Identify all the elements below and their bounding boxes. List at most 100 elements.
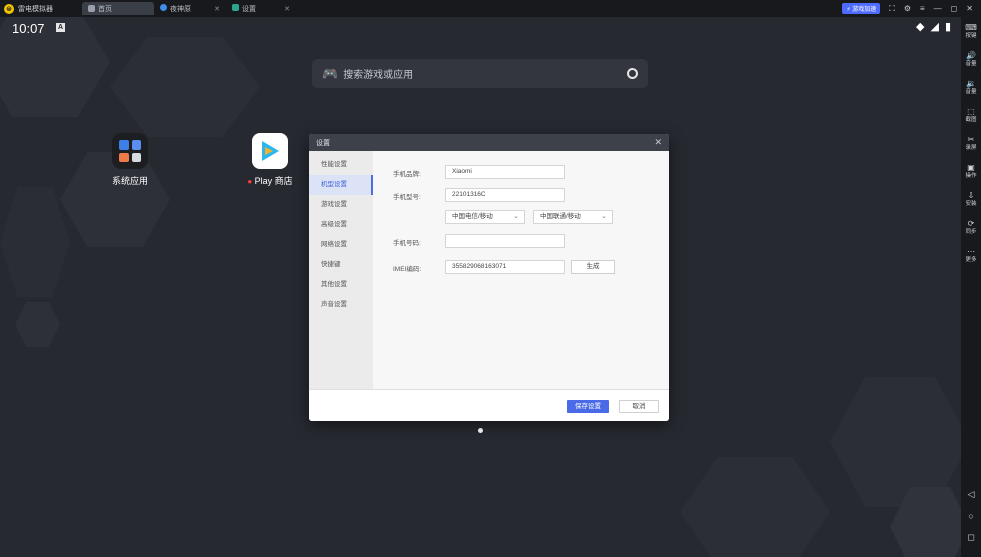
window-close-icon[interactable]: ✕ (966, 4, 973, 13)
toolbar-keyboard[interactable]: ⌨ 按键 (961, 23, 981, 40)
imei-label: IMEI编码: (393, 266, 422, 273)
sidebar-item-sound[interactable]: 声音设置 (309, 295, 373, 315)
network-value: 中国联通/移动 (540, 213, 581, 220)
settings-main: 手机品牌: Xiaomi 手机型号: 22101316C 中国电信/移动 ⌄ 中… (373, 151, 669, 389)
settings-dialog: 设置 ✕ 性能设置 机型设置 游戏设置 高级设置 网络设置 快捷键 其他设置 声… (309, 134, 669, 421)
title-bar: ⊜ 雷电模拟器 首页 夜神原 ✕ 设置 ✕ ⚡ 游戏加速 ⛶ ⚙ ≡ — ◻ ✕ (0, 0, 981, 17)
maximize-icon[interactable]: ◻ (951, 4, 958, 13)
toolbar-label: 安装 (965, 201, 977, 207)
sidebar-item-other[interactable]: 其他设置 (309, 275, 373, 295)
generate-imei-button[interactable]: 生成 (571, 260, 615, 274)
install-icon: ⇩ (967, 191, 975, 200)
close-icon[interactable]: ✕ (284, 5, 290, 13)
right-toolbar: ⌨ 按键 🔊 音量 🔉 音量 ⬚ 截图 ✂ 录屏 ▣ 操作 ⇩ 安装 ⟳ 同步 … (961, 17, 981, 557)
toolbar-record[interactable]: ✂ 录屏 (961, 135, 981, 152)
background-hexagon (680, 457, 830, 557)
tab-settings[interactable]: 设置 ✕ (226, 2, 296, 15)
toolbar-label: 更多 (965, 257, 977, 263)
app-icon (160, 3, 167, 11)
brand-label: 手机品牌: (393, 171, 421, 178)
sidebar-item-shortcuts[interactable]: 快捷键 (309, 255, 373, 275)
sidebar-item-advanced[interactable]: 高级设置 (309, 215, 373, 235)
background-hexagon (110, 37, 260, 137)
toolbar-more[interactable]: ⋯ 更多 (961, 247, 981, 264)
toolbar-operate[interactable]: ▣ 操作 (961, 163, 981, 180)
scissors-icon: ✂ (967, 135, 975, 144)
update-dot: ● (247, 177, 253, 186)
battery-icon: ▮ (944, 21, 951, 33)
home-icon (88, 5, 95, 12)
volume-up-icon: 🔊 (966, 51, 976, 60)
model-field[interactable]: 22101316C (445, 188, 565, 202)
home-nav-icon[interactable]: ○ (961, 511, 981, 521)
phone-field[interactable] (445, 234, 565, 248)
tab-app[interactable]: 夜神原 ✕ (154, 2, 226, 15)
toolbar-install[interactable]: ⇩ 安装 (961, 191, 981, 208)
sidebar-item-performance[interactable]: 性能设置 (309, 155, 373, 175)
search-bar[interactable]: 🎮 搜索游戏或应用 (312, 59, 648, 88)
brand-field[interactable]: Xiaomi (445, 165, 565, 179)
app-label: 系统应用 (111, 176, 148, 186)
toolbar-label: 录屏 (965, 145, 977, 151)
search-placeholder: 搜索游戏或应用 (343, 70, 414, 81)
status-icons: ◆ ◢ ▮ (916, 20, 951, 33)
minimize-icon[interactable]: — (934, 4, 942, 13)
screenshot-icon: ⬚ (967, 107, 975, 116)
toolbar-screenshot[interactable]: ⬚ 截图 (961, 107, 981, 124)
app-name: 雷电模拟器 (18, 5, 53, 13)
keyboard-icon: ⌨ (965, 23, 977, 32)
back-icon[interactable]: ◁ (961, 489, 981, 500)
toolbar-label: 截图 (965, 117, 977, 123)
tab-label: 设置 (242, 5, 256, 13)
sidebar-item-game[interactable]: 游戏设置 (309, 195, 373, 215)
folder-icon (112, 133, 148, 169)
dialog-titlebar: 设置 ✕ (309, 134, 669, 151)
dialog-title: 设置 (316, 139, 330, 147)
dialog-footer: 保存设置 取消 (309, 389, 669, 421)
recent-apps-icon[interactable]: ◻ (961, 532, 981, 543)
tab-label: 首页 (98, 5, 112, 13)
tab-home[interactable]: 首页 (82, 2, 154, 15)
background-hexagon (0, 187, 70, 297)
status-time: 10:07 (12, 21, 45, 36)
settings-sidebar: 性能设置 机型设置 游戏设置 高级设置 网络设置 快捷键 其他设置 声音设置 (309, 151, 373, 389)
gamepad-icon: 🎮 (322, 65, 339, 81)
notification-icon: A (56, 23, 65, 32)
menu-icon[interactable]: ≡ (920, 4, 925, 13)
network-select[interactable]: 中国联通/移动 ⌄ (533, 210, 613, 224)
toolbar-volume-up[interactable]: 🔊 音量 (961, 51, 981, 68)
toolbar-label: 操作 (965, 173, 977, 179)
model-label: 手机型号: (393, 194, 421, 201)
sidebar-item-network[interactable]: 网络设置 (309, 235, 373, 255)
chevron-down-icon: ⌄ (513, 213, 519, 220)
toolbar-volume-down[interactable]: 🔉 音量 (961, 79, 981, 96)
page-indicator (478, 428, 483, 433)
save-button[interactable]: 保存设置 (567, 400, 609, 413)
fullscreen-icon[interactable]: ⛶ (889, 4, 895, 14)
settings-tab-icon (232, 3, 239, 11)
volume-down-icon: 🔉 (966, 79, 976, 88)
app-play-store[interactable]: ● Play 商店 (240, 133, 300, 187)
more-icon: ⋯ (967, 247, 975, 256)
toolbar-sync[interactable]: ⟳ 同步 (961, 219, 981, 236)
operator-select[interactable]: 中国电信/移动 ⌄ (445, 210, 525, 224)
tab-label: 夜神原 (170, 5, 191, 13)
close-icon[interactable]: ✕ (214, 5, 220, 13)
app-system-apps[interactable]: 系统应用 (100, 133, 160, 187)
operator-value: 中国电信/移动 (452, 213, 493, 220)
background-hexagon (15, 302, 60, 347)
toolbar-label: 音量 (965, 89, 977, 95)
app-label: Play 商店 (254, 176, 293, 186)
cancel-button[interactable]: 取消 (619, 400, 659, 413)
search-icon[interactable] (627, 68, 638, 79)
signal-icon: ◢ (930, 21, 939, 33)
app-logo-icon: ⊜ (4, 3, 14, 14)
play-store-icon (252, 133, 288, 169)
sidebar-item-model[interactable]: 机型设置 (309, 175, 373, 195)
game-speed-button[interactable]: ⚡ 游戏加速 (842, 3, 881, 14)
window-controls: ⚡ 游戏加速 ⛶ ⚙ ≡ — ◻ ✕ (842, 0, 973, 17)
close-icon[interactable]: ✕ (654, 137, 662, 148)
settings-icon[interactable]: ⚙ (904, 4, 911, 13)
toolbar-label: 按键 (965, 33, 977, 39)
imei-field[interactable]: 355829068163071 (445, 260, 565, 274)
